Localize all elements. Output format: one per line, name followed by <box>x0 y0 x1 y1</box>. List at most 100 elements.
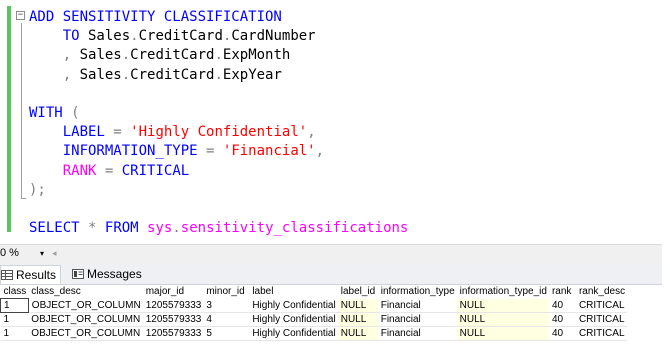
column-header-class-desc[interactable]: class_desc <box>28 285 143 299</box>
collapse-region-icon[interactable]: − <box>16 11 25 20</box>
code-token: CreditCard <box>138 28 223 45</box>
cell-rank-desc[interactable]: CRITICAL <box>575 326 628 341</box>
code-line[interactable]: , Sales.CreditCard.ExpMonth <box>29 45 291 65</box>
tab-messages[interactable]: Messages <box>72 265 142 283</box>
cell-rank-desc[interactable]: CRITICAL <box>575 298 628 313</box>
cell-class-desc[interactable]: OBJECT_OR_COLUMN <box>28 298 143 313</box>
column-header-label-id[interactable]: label_id <box>337 285 378 299</box>
code-line[interactable]: INFORMATION_TYPE = 'Financial', <box>29 141 324 161</box>
code-token: TO <box>62 28 80 45</box>
cell-rank[interactable]: 40 <box>548 326 576 341</box>
results-grid[interactable]: class class_desc major_id minor_id label labe… <box>0 285 628 341</box>
code-token: = <box>113 124 122 141</box>
code-token: CardNumber <box>231 28 316 45</box>
code-line[interactable]: SELECT * FROM sys.sensitivity_classifica… <box>29 218 408 238</box>
cell-major-id[interactable]: 1205579333 <box>142 298 204 313</box>
cell-minor-id[interactable]: 4 <box>203 312 250 327</box>
cell-label-id[interactable]: NULL <box>337 312 378 327</box>
cell-minor-id[interactable]: 3 <box>203 298 250 313</box>
query-editor[interactable]: − ADD SENSITIVITY CLASSIFICATION TO Sale… <box>0 0 662 240</box>
code-token: . <box>130 28 139 45</box>
code-line[interactable]: TO Sales.CreditCard.CardNumber <box>29 26 316 46</box>
change-indicator-bar <box>7 6 11 232</box>
cell-label-id[interactable]: NULL <box>337 326 378 341</box>
code-token: , <box>307 124 316 141</box>
code-token: Sales <box>79 28 131 45</box>
code-token: FROM <box>104 220 139 237</box>
cell-rank[interactable]: 40 <box>548 312 576 327</box>
cell-rank[interactable]: 40 <box>548 298 576 313</box>
cell-information-type[interactable]: Financial <box>377 298 457 313</box>
cell-class[interactable]: 1 <box>0 298 29 313</box>
cell-information-type[interactable]: Financial <box>377 326 457 341</box>
cell-class[interactable]: 1 <box>0 312 29 327</box>
tab-results[interactable]: Results <box>0 265 62 284</box>
code-token: . <box>121 66 131 83</box>
code-token: . <box>172 220 181 237</box>
results-tab-strip: Results Messages <box>0 263 662 285</box>
cell-major-id[interactable]: 1205579333 <box>142 312 204 327</box>
cell-rank-desc[interactable]: CRITICAL <box>575 312 628 327</box>
scroll-left-icon[interactable]: ◂ <box>52 246 57 261</box>
column-header-minor-id[interactable]: minor_id <box>203 285 250 299</box>
zoom-dropdown-icon[interactable]: ▾ <box>40 246 44 261</box>
column-header-major-id[interactable]: major_id <box>142 285 204 299</box>
code-token: ADD SENSITIVITY CLASSIFICATION <box>29 9 282 25</box>
cell-information-type-id[interactable]: NULL <box>456 326 549 341</box>
code-line[interactable]: RANK = CRITICAL <box>29 161 189 181</box>
code-token: Sales <box>71 66 122 83</box>
cell-information-type-id[interactable]: NULL <box>456 298 549 313</box>
column-header-information-type[interactable]: information_type <box>377 285 457 299</box>
grid-header-row: class class_desc major_id minor_id label labe… <box>0 285 628 299</box>
code-token: Sales <box>71 47 122 64</box>
code-token: LABEL <box>29 124 105 141</box>
cell-label[interactable]: Highly Confidential <box>249 312 338 327</box>
code-token: . <box>214 66 223 83</box>
table-row[interactable]: 1 OBJECT_OR_COLUMN 1205579333 5 Highly Confi… <box>0 326 628 341</box>
code-token: ); <box>29 181 46 198</box>
code-token: 'Financial' <box>222 143 316 160</box>
cell-class-desc[interactable]: OBJECT_OR_COLUMN <box>28 312 143 327</box>
code-line[interactable]: ADD SENSITIVITY CLASSIFICATION <box>29 7 282 27</box>
cell-label[interactable]: Highly Confidential <box>249 298 338 313</box>
cell-information-type[interactable]: Financial <box>377 312 457 327</box>
table-row[interactable]: 1 OBJECT_OR_COLUMN 1205579333 3 Highly Confi… <box>0 298 628 313</box>
zoom-level[interactable]: 0 % <box>0 246 19 261</box>
cell-label[interactable]: Highly Confidential <box>249 326 338 341</box>
code-line[interactable]: , Sales.CreditCard.ExpYear <box>29 65 282 85</box>
fold-guide-line <box>21 23 22 199</box>
tab-messages-label: Messages <box>87 267 142 281</box>
code-token: , <box>62 66 72 83</box>
table-row[interactable]: 1 OBJECT_OR_COLUMN 1205579333 4 Highly Confi… <box>0 312 628 327</box>
column-header-class[interactable]: class <box>0 285 29 299</box>
code-token: CreditCard <box>130 47 215 64</box>
code-token: . <box>121 47 131 64</box>
cell-class-desc[interactable]: OBJECT_OR_COLUMN <box>28 326 143 341</box>
code-line[interactable]: LABEL = 'Highly Confidential', <box>29 122 316 142</box>
cell-label-id[interactable]: NULL <box>337 298 378 313</box>
column-header-rank-desc[interactable]: rank_desc <box>575 285 628 299</box>
code-line[interactable]: ); <box>29 180 46 200</box>
tab-results-label: Results <box>16 268 57 282</box>
cell-major-id[interactable]: 1205579333 <box>142 326 204 341</box>
cell-class[interactable]: 1 <box>0 326 29 341</box>
code-token: ( <box>71 105 80 121</box>
column-header-rank[interactable]: rank <box>548 285 576 299</box>
code-token: CreditCard <box>130 66 215 83</box>
code-token: 'Highly Confidential' <box>130 124 308 141</box>
column-header-information-type-id[interactable]: information_type_id <box>456 285 549 299</box>
code-token: . <box>214 47 223 64</box>
code-line[interactable]: WITH ( <box>29 103 80 123</box>
cell-minor-id[interactable]: 5 <box>203 326 250 341</box>
code-token: , <box>62 47 72 64</box>
column-header-label[interactable]: label <box>249 285 338 299</box>
cell-information-type-id[interactable]: NULL <box>456 312 549 327</box>
